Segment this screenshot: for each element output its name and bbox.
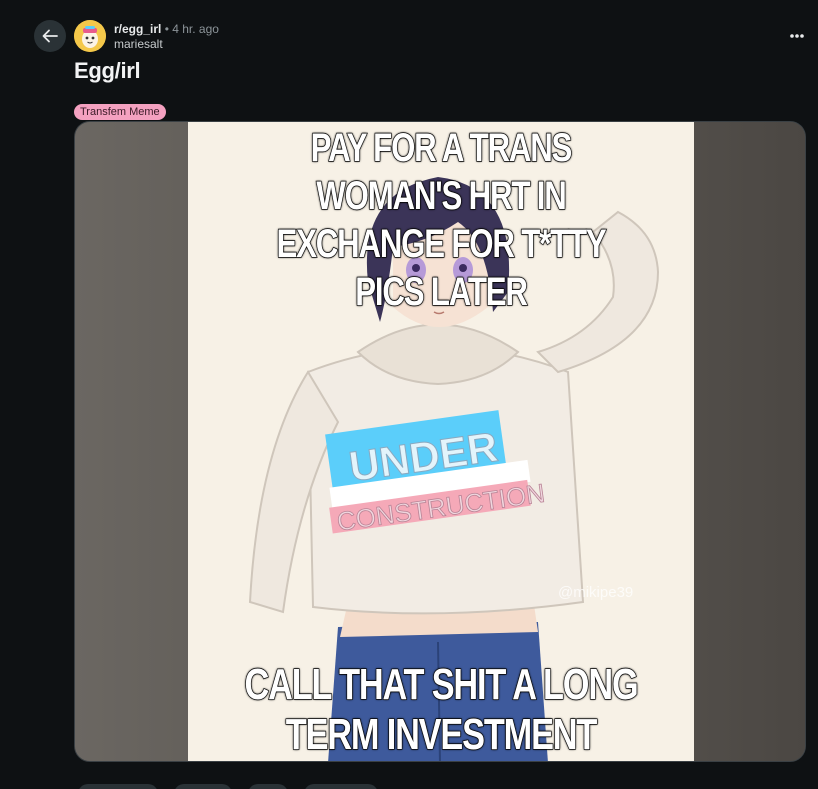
comments-button[interactable] — [174, 784, 232, 789]
post-media[interactable]: UNDER CONSTRUCTION PAY FOR A TRANS WOMAN… — [74, 121, 806, 762]
meme-image: UNDER CONSTRUCTION PAY FOR A TRANS WOMAN… — [188, 122, 694, 761]
meme-bottom-caption: CALL THAT SHIT A LONG TERM INVESTMENT — [244, 659, 639, 760]
post-flair[interactable]: Transfem Meme — [74, 104, 166, 120]
post-title: Egg/irl — [74, 58, 141, 83]
meme-watermark: @mikipe39 — [558, 584, 634, 601]
meme-top-caption: PAY FOR A TRANS WOMAN'S HRT IN EXCHANGE … — [276, 125, 607, 315]
author-link[interactable]: mariesalt — [114, 37, 219, 52]
arrow-left-icon — [42, 29, 58, 43]
share-button[interactable] — [304, 784, 378, 789]
post-time: 4 hr. ago — [172, 22, 219, 36]
more-options-button[interactable] — [782, 24, 812, 48]
egg-mascot-icon — [74, 20, 106, 52]
post-meta: r/egg_irl • 4 hr. ago mariesalt — [114, 22, 219, 52]
vote-button[interactable] — [78, 784, 158, 789]
subreddit-avatar[interactable] — [74, 20, 106, 52]
meta-separator: • — [164, 22, 169, 36]
post-page: r/egg_irl • 4 hr. ago mariesalt Egg/irl … — [0, 0, 818, 789]
ellipsis-icon — [790, 34, 804, 38]
award-button[interactable] — [248, 784, 288, 789]
subreddit-link[interactable]: r/egg_irl — [114, 22, 161, 36]
back-button[interactable] — [34, 20, 66, 52]
